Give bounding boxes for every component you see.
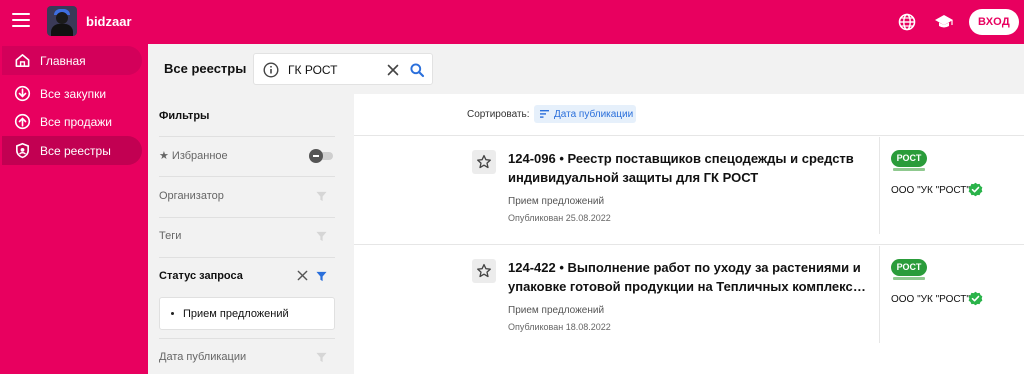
organization-logo[interactable]: РОСТ — [891, 150, 927, 174]
status-selected-label: Прием предложений — [183, 308, 289, 320]
filter-funnel-icon[interactable] — [316, 231, 327, 242]
filter-funnel-icon[interactable] — [316, 352, 327, 363]
sidebar-item-label: Все продажи — [40, 115, 112, 129]
close-icon[interactable] — [296, 269, 309, 282]
divider — [159, 176, 335, 177]
star-icon — [477, 263, 491, 278]
filter-organizer-label: Организатор — [159, 190, 224, 202]
verified-check-icon — [968, 182, 983, 197]
result-title-link[interactable]: 124-422 • Выполнение работ по уходу за р… — [508, 258, 868, 296]
page-title: Все реестры — [164, 61, 247, 76]
main-panel: Все реестры ГК РОСТ Фильтры ★ Избранное … — [148, 44, 1024, 374]
sort-icon — [540, 110, 549, 118]
filters-title: Фильтры — [159, 110, 210, 122]
divider — [354, 135, 1024, 136]
result-title-line: 124-422 • Выполнение работ по уходу за р… — [508, 260, 861, 275]
filter-favorites[interactable]: ★ Избранное — [159, 137, 335, 177]
sidebar-item-registries[interactable]: Все реестры — [2, 136, 142, 165]
result-title-link[interactable]: 124-096 • Реестр поставщиков спецодежды … — [508, 149, 868, 187]
organization-name[interactable]: ООО "УК "РОСТ" — [891, 294, 970, 305]
top-bar: bidzaar ВХОД — [0, 0, 1024, 44]
filter-funnel-icon[interactable] — [316, 191, 327, 202]
result-title-line: 124-096 • Реестр поставщиков спецодежды … — [508, 151, 854, 166]
filter-tags[interactable]: Теги — [159, 218, 335, 258]
sort-button[interactable]: Дата публикации — [534, 105, 636, 123]
divider — [879, 137, 880, 234]
sidebar-item-label: Все реестры — [40, 144, 111, 158]
divider — [879, 246, 880, 343]
sort-value: Дата публикации — [554, 109, 634, 120]
globe-icon[interactable] — [897, 12, 917, 32]
sidebar-item-label: Все закупки — [40, 87, 107, 101]
filter-status[interactable]: Статус запроса — [159, 258, 335, 298]
search-input[interactable]: ГК РОСТ — [288, 63, 338, 77]
favorite-button[interactable] — [472, 259, 496, 283]
result-stage: Прием предложений — [508, 196, 605, 207]
sort-label: Сортировать: — [467, 109, 530, 120]
upload-circle-icon — [14, 113, 31, 130]
favorite-button[interactable] — [472, 150, 496, 174]
shield-icon — [16, 142, 29, 159]
download-circle-icon — [14, 85, 31, 102]
favorites-toggle[interactable] — [309, 149, 335, 163]
filter-favorites-label: ★ Избранное — [159, 150, 228, 162]
search-icon[interactable] — [409, 62, 425, 78]
results-panel: Сортировать: Дата публикации 124-096 • Р… — [354, 94, 1024, 374]
divider — [354, 244, 1024, 245]
sidebar-item-home[interactable]: Главная — [2, 46, 142, 75]
login-button[interactable]: ВХОД — [969, 9, 1019, 35]
sidebar-item-sales[interactable]: Все продажи — [2, 107, 142, 136]
filter-organizer[interactable]: Организатор — [159, 178, 335, 218]
organization-logo[interactable]: РОСТ — [891, 259, 927, 283]
star-icon — [477, 154, 491, 169]
result-published-date: Опубликован 18.08.2022 — [508, 322, 611, 332]
home-icon — [15, 54, 30, 67]
result-title-line: упаковке готовой продукции на Тепличных … — [508, 279, 868, 294]
organization-name[interactable]: ООО "УК "РОСТ" — [891, 185, 970, 196]
avatar-logo[interactable] — [47, 6, 77, 36]
brand-name[interactable]: bidzaar — [86, 14, 132, 29]
sidebar: Главная Все закупки Все продажи Все реес… — [0, 44, 148, 374]
verified-check-icon — [968, 291, 983, 306]
sidebar-item-purchases[interactable]: Все закупки — [2, 79, 142, 108]
filter-pubdate[interactable]: Дата публикации — [159, 339, 335, 374]
filter-tags-label: Теги — [159, 230, 182, 242]
bullet — [171, 312, 174, 315]
graduation-cap-icon[interactable] — [934, 12, 954, 32]
result-title-line: индивидуальной защиты для ГК РОСТ — [508, 170, 759, 185]
search-field[interactable]: ГК РОСТ — [253, 53, 433, 85]
filters-panel: Фильтры ★ Избранное Организатор Теги Ста… — [148, 94, 353, 374]
filter-status-label: Статус запроса — [159, 270, 243, 282]
result-stage: Прием предложений — [508, 305, 605, 316]
close-icon[interactable] — [385, 62, 401, 78]
sidebar-item-label: Главная — [40, 54, 86, 68]
menu-icon[interactable] — [12, 13, 30, 29]
filter-funnel-icon[interactable] — [316, 271, 327, 282]
result-published-date: Опубликован 25.08.2022 — [508, 213, 611, 223]
status-selected-item[interactable]: Прием предложений — [159, 297, 335, 330]
list-item: 124-422 • Выполнение работ по уходу за р… — [354, 246, 1024, 353]
filter-pubdate-label: Дата публикации — [159, 351, 247, 363]
list-item: 124-096 • Реестр поставщиков спецодежды … — [354, 137, 1024, 244]
info-icon[interactable] — [263, 62, 279, 78]
